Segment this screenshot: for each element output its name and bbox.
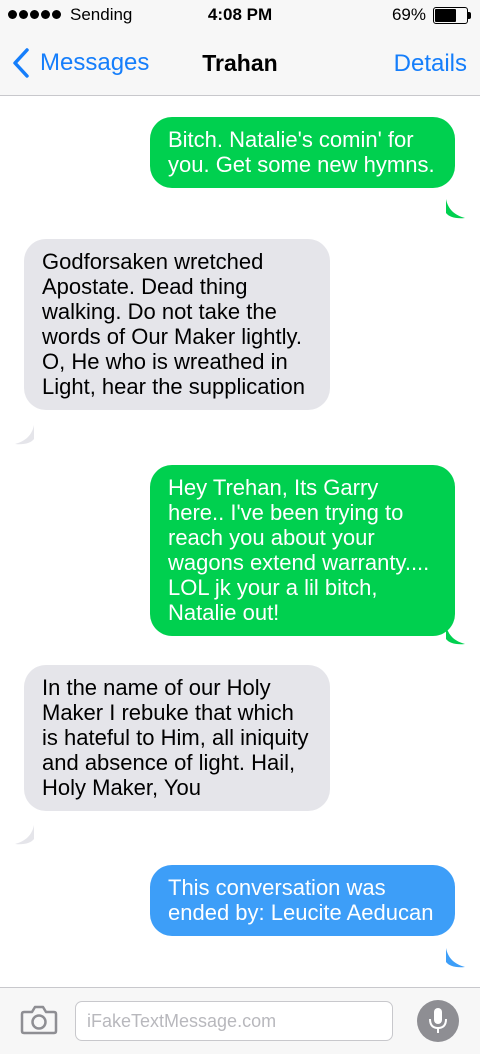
microphone-button[interactable] xyxy=(417,1000,459,1042)
details-button[interactable]: Details xyxy=(394,50,467,78)
bubble-tail xyxy=(15,425,34,445)
bubble-tail xyxy=(446,199,465,219)
bubble-tail xyxy=(15,825,34,845)
chevron-left-icon xyxy=(13,48,29,78)
back-button[interactable]: Messages xyxy=(12,46,149,80)
back-label: Messages xyxy=(40,49,150,76)
battery-icon xyxy=(433,7,471,24)
bubble-tail xyxy=(446,948,465,968)
message-bubble-system: This conversation was ended by: Leucite … xyxy=(150,865,455,936)
message-text: Bitch. Natalie's comin' for you. Get som… xyxy=(168,127,435,177)
message-bubble-received: In the name of our Holy Maker I rebuke t… xyxy=(24,665,330,811)
nav-bar: Messages Trahan Details xyxy=(0,32,480,96)
composer-bar xyxy=(0,987,480,1054)
microphone-icon xyxy=(429,1008,447,1033)
message-text: Godforsaken wretched Apostate. Dead thin… xyxy=(42,249,305,399)
message-thread[interactable]: Bitch. Natalie's comin' for you. Get som… xyxy=(0,97,480,987)
message-bubble-received: Godforsaken wretched Apostate. Dead thin… xyxy=(24,239,330,410)
messages-screen: Sending 4:08 PM 69% Messages Trahan Deta… xyxy=(0,0,480,1054)
camera-icon[interactable] xyxy=(20,1005,58,1035)
status-bar: Sending 4:08 PM 69% xyxy=(0,0,480,32)
message-bubble-sent: Bitch. Natalie's comin' for you. Get som… xyxy=(150,117,455,188)
message-text: Hey Trehan, Its Garry here.. I've been t… xyxy=(168,475,430,625)
message-bubble-sent: Hey Trehan, Its Garry here.. I've been t… xyxy=(150,465,455,636)
message-text: In the name of our Holy Maker I rebuke t… xyxy=(42,675,309,800)
bubble-tail xyxy=(446,625,465,645)
battery-percent: 69% xyxy=(391,5,426,24)
message-input[interactable] xyxy=(75,1001,393,1041)
message-text: This conversation was ended by: Leucite … xyxy=(168,875,434,925)
